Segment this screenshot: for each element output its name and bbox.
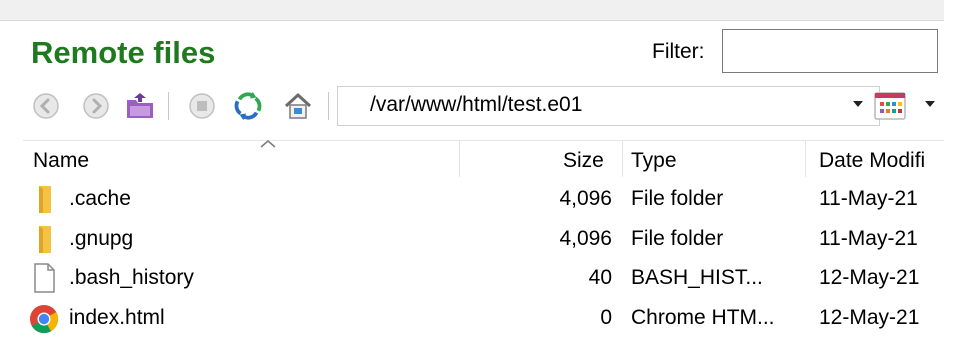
- table-row[interactable]: .cache 4,096 File folder 11-May-21: [23, 180, 944, 220]
- parent-folder-icon: [127, 93, 153, 118]
- file-size: 0: [600, 306, 612, 329]
- column-header-date[interactable]: Date Modifi: [819, 149, 925, 173]
- view-options-icon: [874, 92, 906, 120]
- folder-icon: [39, 186, 51, 213]
- file-type: File folder: [631, 187, 724, 210]
- table-row[interactable]: index.html 0 Chrome HTM... 12-May-21: [23, 299, 944, 339]
- stop-icon: [189, 93, 215, 119]
- view-dropdown-button[interactable]: [924, 94, 936, 114]
- file-type: File folder: [631, 227, 724, 250]
- file-date: 11-May-21: [819, 227, 918, 250]
- document-icon: [34, 263, 55, 293]
- sort-ascending-icon: [260, 140, 276, 148]
- parent-folder-button[interactable]: [124, 88, 156, 124]
- column-divider[interactable]: [459, 141, 460, 177]
- column-header-type[interactable]: Type: [631, 149, 677, 173]
- chrome-icon: [29, 304, 59, 334]
- file-date: 12-May-21: [819, 306, 920, 329]
- file-name: index.html: [69, 306, 165, 329]
- refresh-icon: [234, 91, 262, 121]
- file-type: Chrome HTM...: [631, 306, 775, 329]
- toolbar: /var/www/html/test.e01: [28, 86, 944, 126]
- column-header-size[interactable]: Size: [563, 149, 604, 173]
- filter-input[interactable]: [722, 29, 938, 73]
- top-strip: [0, 0, 944, 21]
- forward-button[interactable]: [80, 88, 112, 124]
- file-size: 40: [588, 266, 612, 289]
- file-name: .gnupg: [69, 227, 134, 250]
- right-edge: [944, 0, 967, 355]
- file-name: .cache: [69, 187, 131, 210]
- stop-button[interactable]: [186, 88, 218, 124]
- file-size: 4,096: [559, 227, 612, 250]
- toolbar-separator: [168, 92, 169, 120]
- home-button[interactable]: [282, 88, 314, 124]
- file-name: .bash_history: [69, 266, 194, 289]
- column-header-name[interactable]: Name: [33, 149, 89, 173]
- table-row[interactable]: .bash_history 40 BASH_HIST... 12-May-21: [23, 259, 944, 299]
- table-header: Name Size Type Date Modifi: [23, 140, 944, 177]
- file-date: 12-May-21: [819, 266, 920, 289]
- filter-label: Filter:: [652, 40, 705, 63]
- column-divider[interactable]: [622, 141, 623, 177]
- forward-icon: [83, 93, 109, 119]
- file-type: BASH_HIST...: [631, 266, 763, 289]
- panel-title: Remote files: [31, 35, 216, 70]
- chevron-down-icon: [925, 101, 935, 107]
- toolbar-separator: [328, 92, 329, 120]
- view-options-button[interactable]: [870, 88, 910, 124]
- file-date: 11-May-21: [819, 187, 918, 210]
- path-text: /var/www/html/test.e01: [370, 93, 583, 116]
- file-size: 4,096: [559, 187, 612, 210]
- home-icon: [284, 92, 312, 119]
- column-divider[interactable]: [805, 141, 806, 177]
- table-row[interactable]: .gnupg 4,096 File folder 11-May-21: [23, 220, 944, 260]
- refresh-button[interactable]: [232, 88, 264, 124]
- chevron-down-icon: [853, 101, 863, 107]
- folder-icon: [39, 226, 51, 253]
- path-dropdown-button[interactable]: [852, 94, 864, 114]
- back-button[interactable]: [30, 88, 62, 124]
- back-icon: [33, 93, 59, 119]
